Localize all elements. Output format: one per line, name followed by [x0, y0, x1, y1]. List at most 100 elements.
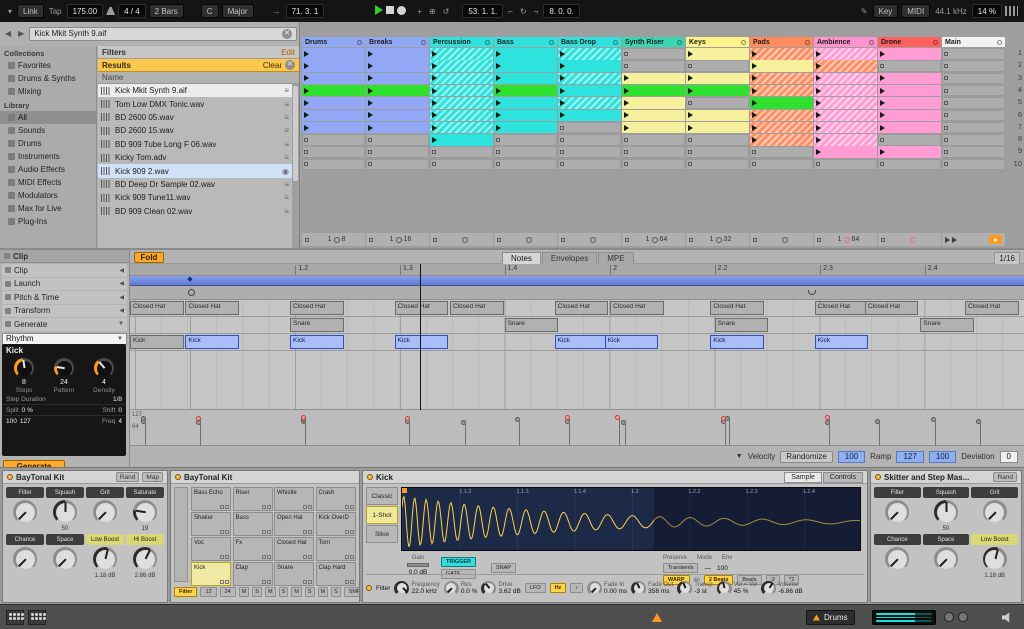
clip-slot[interactable]	[430, 109, 493, 122]
stop-all-icon[interactable]	[952, 236, 957, 243]
empty-clip-slot[interactable]	[942, 134, 1005, 146]
clip-play-icon[interactable]	[816, 75, 821, 82]
clip-slot[interactable]	[430, 121, 493, 134]
knob-dial[interactable]	[14, 358, 34, 378]
clip-play-icon[interactable]	[496, 124, 501, 131]
clip-slot[interactable]	[366, 121, 429, 134]
scene-2[interactable]: 2	[1008, 60, 1022, 72]
file-row[interactable]: Kick 909 Tune11.wav ≡	[98, 191, 292, 204]
mute-button[interactable]: M	[238, 587, 250, 597]
clip-stop-icon[interactable]	[496, 150, 500, 155]
play-button[interactable]	[375, 5, 384, 17]
shift-value[interactable]: 0	[118, 407, 122, 414]
empty-clip-slot[interactable]	[622, 158, 685, 171]
clip-play-icon[interactable]	[304, 112, 309, 119]
note-kick[interactable]: Kick	[185, 335, 240, 349]
empty-clip-slot[interactable]	[686, 146, 749, 158]
clip-play-icon[interactable]	[560, 75, 565, 82]
generator-knob-pattern[interactable]: 24 Pattern	[46, 358, 82, 394]
clip-slot[interactable]	[814, 121, 877, 134]
clip-slot[interactable]	[814, 60, 877, 72]
selected-track-chip[interactable]: Drums	[806, 610, 855, 625]
clip-stop-icon[interactable]	[688, 64, 692, 69]
macro-button-squash[interactable]: Squash	[46, 487, 84, 498]
deviation-value[interactable]: 0	[999, 450, 1018, 463]
clip-play-icon[interactable]	[432, 124, 437, 131]
empty-clip-slot[interactable]	[494, 146, 557, 158]
clip-play-icon[interactable]	[496, 87, 501, 94]
clip-play-icon[interactable]	[688, 87, 693, 94]
empty-clip-slot[interactable]	[750, 158, 813, 171]
clip-slot[interactable]	[366, 48, 429, 60]
note-snare[interactable]: Snare	[714, 318, 769, 332]
macro-button-chance[interactable]: Chance	[874, 534, 921, 545]
pad-solo-icon[interactable]	[349, 555, 354, 559]
tap-tempo-button[interactable]: Tap	[47, 7, 64, 16]
clip-stop-icon[interactable]	[688, 162, 692, 167]
drum-pad-closed-hat[interactable]: Closed Hat	[274, 537, 314, 561]
mute-button[interactable]: M	[317, 587, 329, 597]
tab-envelopes[interactable]: Envelopes	[541, 251, 598, 265]
fold-button[interactable]: Fold	[134, 252, 164, 263]
clip-stop-icon[interactable]	[688, 150, 692, 155]
loop-icon[interactable]: ↻	[518, 7, 529, 16]
pad-mute-icon[interactable]	[344, 580, 349, 584]
drum-pad-kick-overd[interactable]: Kick OverD	[315, 512, 356, 536]
clip-slot[interactable]	[430, 84, 493, 97]
draw-mode-icon[interactable]: ✎	[859, 7, 870, 16]
clear-results-button[interactable]: Clear ✕	[263, 60, 295, 70]
velocity-high-value[interactable]: 127	[20, 418, 31, 425]
pad-solo-icon[interactable]	[266, 530, 271, 534]
empty-clip-slot[interactable]	[558, 158, 621, 171]
mode-classic[interactable]: Classic	[366, 487, 398, 505]
scene-4[interactable]: 4	[1008, 85, 1022, 97]
clip-play-icon[interactable]	[880, 124, 885, 131]
step-duration-value[interactable]: 1/8	[113, 396, 122, 403]
knob-dial[interactable]	[13, 547, 37, 571]
empty-clip-slot[interactable]	[430, 146, 493, 158]
clip-stop-icon[interactable]	[624, 137, 628, 142]
map-button[interactable]: Map	[142, 472, 163, 482]
clip-stop-icon[interactable]	[369, 237, 373, 242]
device-on-icon[interactable]	[7, 474, 13, 480]
track-status-keys[interactable]: 1 32	[686, 233, 749, 246]
gain-slider[interactable]	[407, 563, 429, 567]
empty-clip-slot[interactable]	[622, 134, 685, 146]
clip-stop-icon[interactable]	[944, 64, 948, 69]
empty-clip-slot[interactable]	[622, 60, 685, 72]
pad-solo-icon[interactable]	[308, 580, 312, 584]
scale-root-menu[interactable]: C	[200, 4, 219, 18]
clip-play-icon[interactable]	[304, 99, 309, 106]
empty-clip-slot[interactable]	[622, 146, 685, 158]
macro-button-filter[interactable]: Filter	[874, 487, 921, 498]
clip-section-clip[interactable]: Clip ◀	[2, 264, 127, 277]
loop-brace[interactable]: ◆	[130, 276, 1024, 286]
pad-mute-icon[interactable]	[220, 555, 224, 559]
pad-mute-icon[interactable]	[344, 555, 349, 559]
device-on-icon[interactable]	[175, 474, 181, 480]
clip-slot[interactable]	[302, 60, 365, 72]
clip-play-icon[interactable]	[880, 149, 885, 156]
param-transp[interactable]: Transp -3 st	[677, 580, 713, 596]
knob-dial[interactable]	[53, 547, 77, 571]
clip-stop-icon[interactable]	[944, 150, 948, 155]
clip-play-icon[interactable]	[816, 99, 821, 106]
clip-play-icon[interactable]	[880, 50, 885, 57]
clip-slot[interactable]	[366, 72, 429, 85]
clip-stop-icon[interactable]	[944, 51, 948, 56]
mute-button[interactable]: M	[264, 587, 276, 597]
rack-chain-strip[interactable]	[174, 487, 188, 582]
clip-slot[interactable]	[430, 97, 493, 109]
track-header-main[interactable]: Main	[942, 37, 1005, 47]
quantize-menu[interactable]: 2 Bars	[148, 4, 184, 18]
clip-slot[interactable]	[494, 72, 557, 85]
device-title-bar[interactable]: BayTonal Kit	[171, 471, 359, 484]
clip-slot[interactable]	[558, 109, 621, 122]
clip-stop-icon[interactable]	[432, 162, 436, 167]
knob-dial[interactable]	[54, 358, 74, 378]
note-closed-hat[interactable]: Closed Hat	[450, 301, 504, 315]
knob-dial[interactable]	[885, 500, 910, 524]
scene-5[interactable]: 5	[1008, 97, 1022, 109]
sidebar-item-instruments[interactable]: Instruments	[0, 150, 96, 163]
param-fade-in[interactable]: Fade In 0.00 ms	[587, 580, 627, 596]
